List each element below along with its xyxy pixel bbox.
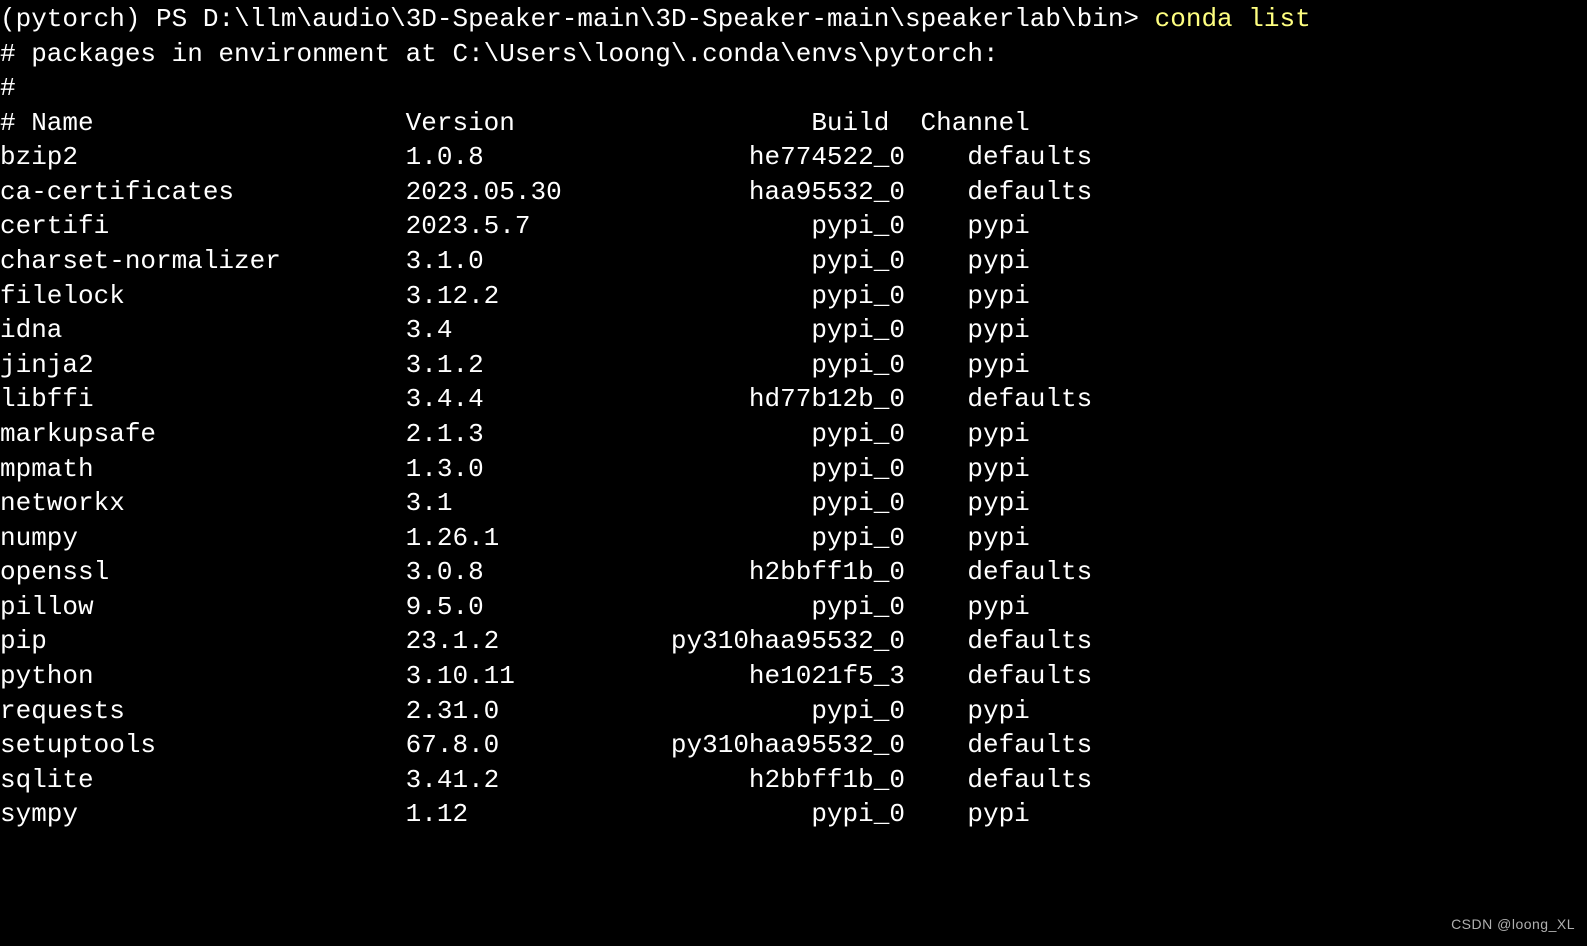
prompt-command: conda list xyxy=(1155,4,1311,34)
terminal-output[interactable]: (pytorch) PS D:\llm\audio\3D-Speaker-mai… xyxy=(0,0,1587,832)
header-line-1: # packages in environment at C:\Users\lo… xyxy=(0,39,999,69)
header-line-2: # xyxy=(0,73,16,103)
header-columns: # Name Version Build Channel xyxy=(0,108,1030,138)
prompt-shell: PS xyxy=(156,4,187,34)
prompt-env: (pytorch) xyxy=(0,4,140,34)
watermark: CSDN @loong_XL xyxy=(1451,915,1575,934)
prompt-line: (pytorch) PS D:\llm\audio\3D-Speaker-mai… xyxy=(0,4,1311,34)
package-rows: bzip2 1.0.8 he774522_0 defaults ca-certi… xyxy=(0,142,1092,829)
prompt-path: D:\llm\audio\3D-Speaker-main\3D-Speaker-… xyxy=(203,4,1139,34)
